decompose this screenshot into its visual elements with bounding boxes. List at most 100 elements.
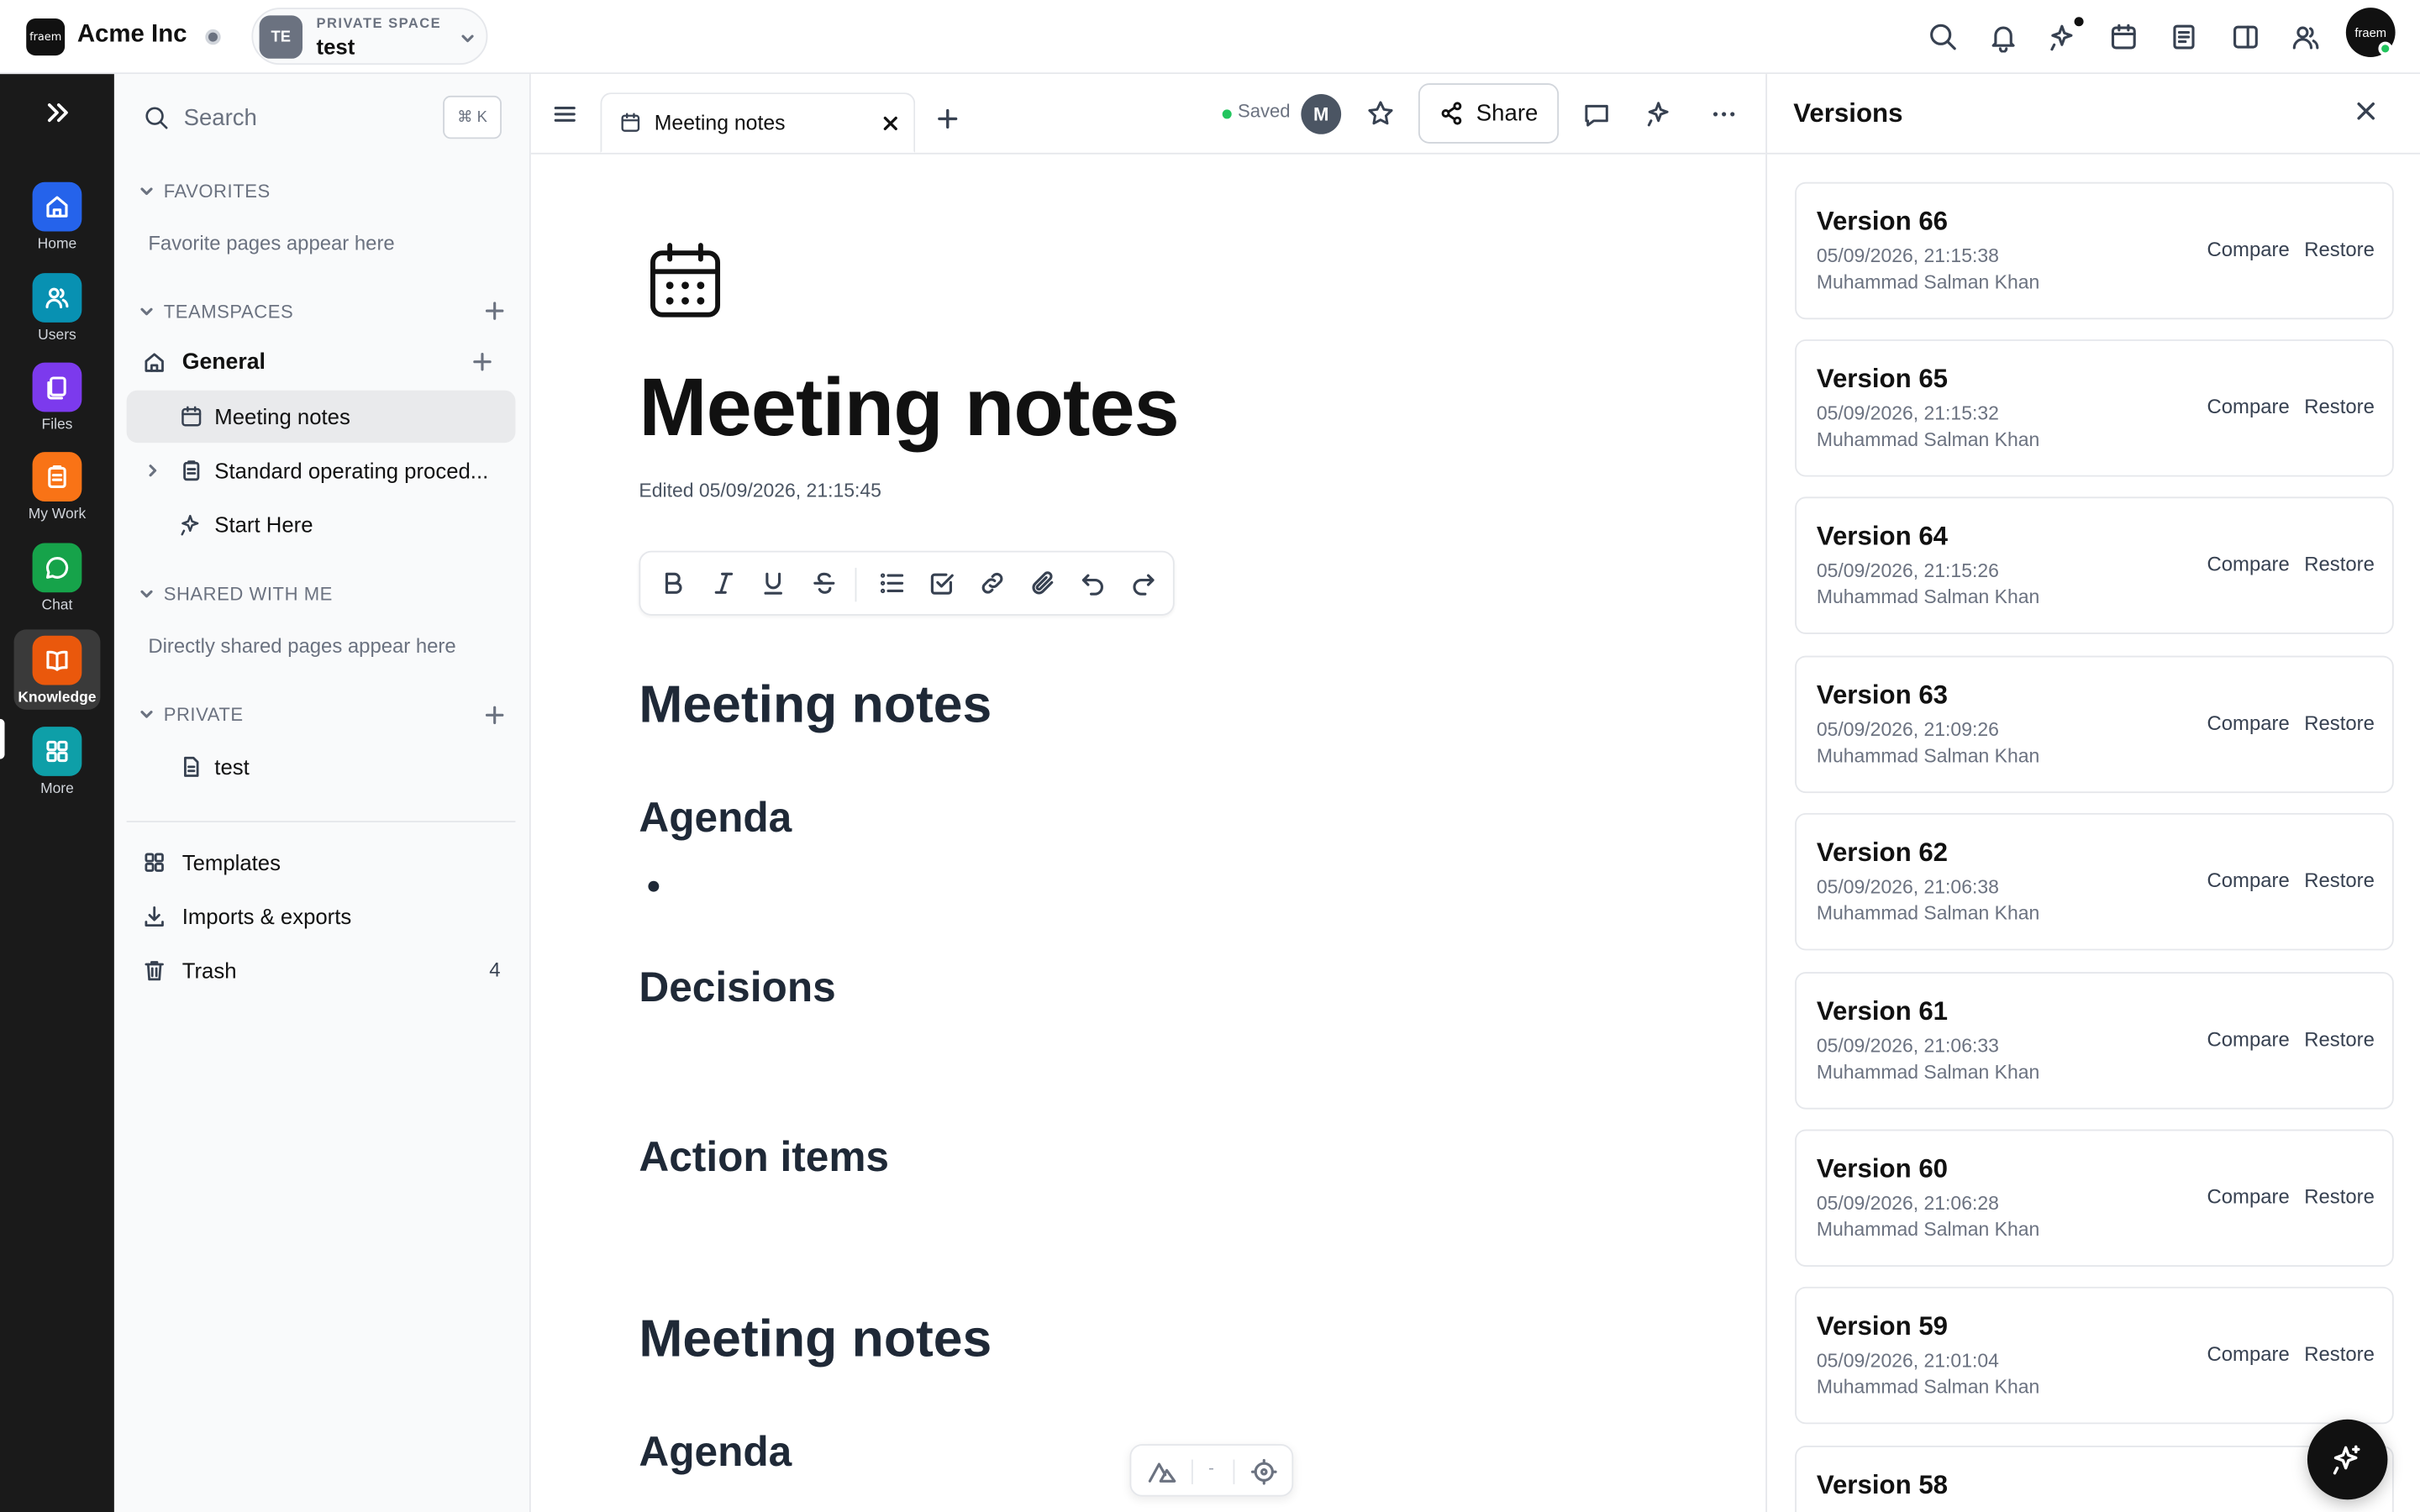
restore-button[interactable]: Restore [2304, 395, 2375, 418]
shapes-icon[interactable] [1147, 1458, 1178, 1486]
version-card[interactable]: Version 60 05/09/2026, 21:06:28 Muhammad… [1795, 1129, 2394, 1267]
heading-agenda-2[interactable]: Agenda [639, 1429, 792, 1477]
page-label: Start Here [214, 512, 313, 538]
calendar-icon[interactable] [2108, 22, 2139, 53]
compare-button[interactable]: Compare [2207, 1342, 2290, 1366]
split-panel-icon[interactable] [2230, 22, 2261, 53]
restore-button[interactable]: Restore [2304, 1185, 2375, 1209]
rail-label: Knowledge [18, 690, 97, 707]
sidebar-search[interactable]: Search [144, 105, 257, 131]
bullet-list-icon[interactable] [878, 570, 906, 597]
compare-button[interactable]: Compare [2207, 1027, 2290, 1051]
restore-button[interactable]: Restore [2304, 711, 2375, 735]
restore-button[interactable]: Restore [2304, 869, 2375, 892]
compare-button[interactable]: Compare [2207, 869, 2290, 892]
add-teamspace-plus-icon[interactable] [485, 301, 505, 321]
add-page-plus-icon[interactable] [472, 352, 492, 372]
expand-double-chevron-icon[interactable] [43, 99, 71, 127]
rail-item-my-work[interactable]: My Work [14, 452, 101, 538]
page-meeting-notes[interactable]: Meeting notes [126, 390, 516, 444]
heading-action-items[interactable]: Action items [639, 1134, 889, 1182]
close-icon[interactable] [2355, 100, 2377, 122]
checkbox-icon[interactable] [928, 570, 955, 597]
space-switcher[interactable]: TE PRIVATE SPACE test [251, 8, 488, 66]
rail-item-more[interactable]: More [14, 727, 101, 813]
new-tab-plus-icon[interactable] [937, 108, 959, 130]
version-card[interactable]: Version 58 [1795, 1446, 2394, 1512]
restore-button[interactable]: Restore [2304, 1027, 2375, 1051]
compare-button[interactable]: Compare [2207, 1185, 2290, 1209]
ai-assistant-button[interactable] [2307, 1419, 2388, 1500]
compare-button[interactable]: Compare [2207, 238, 2290, 261]
italic-icon[interactable] [710, 570, 738, 597]
strikethrough-icon[interactable] [810, 570, 838, 597]
redo-icon[interactable] [1129, 570, 1157, 597]
version-author: Muhammad Salman Khan [1816, 428, 2040, 451]
version-card[interactable]: Version 64 05/09/2026, 21:15:26 Muhammad… [1795, 496, 2394, 634]
shared-header[interactable]: SHARED WITH ME [139, 583, 333, 605]
attachment-icon[interactable] [1029, 570, 1057, 597]
formatting-toolbar [639, 550, 1175, 616]
rail-item-users[interactable]: Users [14, 273, 101, 360]
version-name: Version 60 [1816, 1153, 1949, 1184]
restore-button[interactable]: Restore [2304, 1342, 2375, 1366]
search-icon[interactable] [1928, 22, 1959, 53]
star-icon[interactable] [1366, 99, 1396, 129]
restore-button[interactable]: Restore [2304, 238, 2375, 261]
compare-button[interactable]: Compare [2207, 395, 2290, 418]
menu-icon[interactable] [553, 102, 577, 126]
version-card[interactable]: Version 63 05/09/2026, 21:09:26 Muhammad… [1795, 655, 2394, 794]
page-standard-operating-procedures[interactable]: Standard operating proced... [127, 444, 516, 496]
people-icon[interactable] [2291, 22, 2322, 53]
bullet-point[interactable] [648, 880, 660, 892]
rail-label: Users [38, 327, 76, 344]
undo-icon[interactable] [1079, 570, 1107, 597]
bell-icon[interactable] [1988, 22, 2019, 53]
heading-decisions[interactable]: Decisions [639, 964, 835, 1012]
compare-button[interactable]: Compare [2207, 553, 2290, 576]
restore-button[interactable]: Restore [2304, 553, 2375, 576]
version-card[interactable]: Version 59 05/09/2026, 21:01:04 Muhammad… [1795, 1286, 2394, 1425]
teamspace-general[interactable]: General [127, 336, 516, 388]
templates-link[interactable]: Templates [127, 837, 516, 889]
chevron-right-icon[interactable] [145, 463, 160, 478]
app-logo[interactable]: fraem [26, 18, 66, 56]
rail-item-files[interactable]: Files [14, 362, 101, 449]
heading-agenda[interactable]: Agenda [639, 795, 792, 843]
more-options-icon[interactable] [1710, 100, 1738, 128]
imports-exports-link[interactable]: Imports & exports [127, 890, 516, 942]
compare-button[interactable]: Compare [2207, 711, 2290, 735]
collaborator-avatar[interactable]: M [1301, 94, 1342, 134]
heading-meeting-notes[interactable]: Meeting notes [639, 675, 992, 736]
rail-item-knowledge[interactable]: Knowledge [13, 629, 101, 710]
link-icon[interactable] [978, 570, 1006, 597]
sidebar-divider [126, 821, 516, 822]
page-title[interactable]: Meeting notes [639, 361, 1179, 455]
ai-sparkle-icon[interactable] [1645, 99, 1675, 129]
notebook-icon[interactable] [2169, 22, 2200, 53]
ai-sparkle-icon[interactable] [2048, 22, 2079, 53]
bold-icon[interactable] [659, 570, 687, 597]
page-calendar-icon[interactable] [647, 241, 724, 322]
tab-meeting-notes[interactable]: Meeting notes [600, 92, 916, 153]
version-card[interactable]: Version 66 05/09/2026, 21:15:38 Muhammad… [1795, 181, 2394, 320]
page-start-here[interactable]: Start Here [127, 498, 516, 550]
share-button[interactable]: Share [1418, 83, 1560, 144]
org-name[interactable]: Acme Inc [77, 22, 187, 50]
trash-link[interactable]: Trash [127, 944, 516, 996]
crosshair-icon[interactable] [1250, 1458, 1278, 1486]
page-test[interactable]: test [127, 741, 516, 793]
favorites-header[interactable]: FAVORITES [139, 181, 270, 202]
add-private-page-plus-icon[interactable] [485, 705, 505, 725]
version-card[interactable]: Version 61 05/09/2026, 21:06:33 Muhammad… [1795, 972, 2394, 1110]
rail-item-home[interactable]: Home [14, 181, 101, 269]
rail-item-chat[interactable]: Chat [14, 543, 101, 630]
close-tab-icon[interactable] [881, 114, 900, 133]
comment-icon[interactable] [1582, 100, 1612, 129]
version-card[interactable]: Version 62 05/09/2026, 21:06:38 Muhammad… [1795, 812, 2394, 951]
version-card[interactable]: Version 65 05/09/2026, 21:15:32 Muhammad… [1795, 339, 2394, 477]
private-header[interactable]: PRIVATE [139, 704, 243, 725]
heading-meeting-notes-2[interactable]: Meeting notes [639, 1310, 992, 1370]
underline-icon[interactable] [760, 570, 787, 597]
teamspaces-header[interactable]: TEAMSPACES [139, 301, 293, 323]
